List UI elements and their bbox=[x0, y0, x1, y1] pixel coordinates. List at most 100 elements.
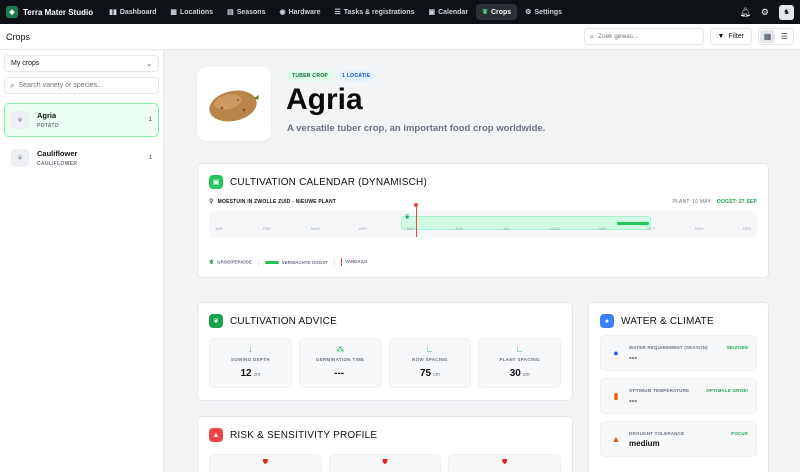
row-spacing-icon: ∟ bbox=[425, 345, 434, 354]
item-badge: OPTIMALE GROEI bbox=[706, 387, 748, 393]
list-view-icon[interactable]: ☰ bbox=[777, 30, 792, 43]
nav-hardware[interactable]: ◉ Hardware bbox=[273, 4, 326, 20]
warning-icon: ▲ bbox=[209, 428, 223, 442]
stat-row-spacing: ∟ ROW SPACING 75 cm bbox=[388, 338, 472, 388]
nav-calendar[interactable]: ▣ Calendar bbox=[422, 4, 474, 20]
nav-crops[interactable]: ❦ Crops bbox=[476, 4, 518, 20]
sidebar-search-input[interactable] bbox=[18, 82, 149, 89]
seasons-icon: ▤ bbox=[227, 9, 234, 16]
cultivation-advice-card: ❦ CULTIVATION ADVICE ↓ SOWING DEPTH 12 cm… bbox=[197, 302, 573, 401]
crop-sidebar: My crops ⌄ ⌕ ❦ Agria POTATO 1 ❦ Cauliflo… bbox=[0, 50, 164, 472]
legend-grow: ❦ GROEIPERIODE bbox=[209, 259, 252, 266]
search-icon: ⌕ bbox=[589, 31, 594, 41]
shield-icon: ⛊ bbox=[262, 459, 268, 466]
month-label: APR bbox=[359, 226, 368, 231]
card-title: CULTIVATION CALENDAR (DYNAMISCH) bbox=[230, 176, 427, 188]
item-badge: SEIZOEN bbox=[726, 344, 748, 350]
month-label: DEC bbox=[743, 226, 752, 231]
nav-seasons[interactable]: ▤ Seasons bbox=[221, 4, 271, 20]
card-title: RISK & SENSITIVITY PROFILE bbox=[230, 429, 378, 441]
stat-plant-spacing: ∟ PLANT SPACING 30 cm bbox=[478, 338, 561, 388]
crops-icon: ❦ bbox=[482, 9, 488, 16]
shield-icon: ⛊ bbox=[502, 459, 508, 466]
grid-view-icon[interactable]: ▦ bbox=[760, 30, 775, 43]
map-pin-icon: ⚲ bbox=[209, 199, 214, 205]
droplet-icon: ● bbox=[600, 314, 614, 328]
item-label: WATER REQUIREMENT (SEASON) bbox=[629, 344, 708, 350]
crop-list-item-agria[interactable]: ❦ Agria POTATO 1 bbox=[4, 103, 159, 137]
item-value: --- bbox=[629, 352, 637, 362]
bell-icon[interactable]: 🔔︎ bbox=[739, 7, 750, 18]
select-value: My crops bbox=[11, 60, 40, 67]
crop-scope-select[interactable]: My crops ⌄ bbox=[4, 55, 159, 72]
crop-description: A versatile tuber crop, an important foo… bbox=[287, 123, 546, 134]
crop-search[interactable]: ⌕ bbox=[583, 28, 704, 45]
nav-label: Tasks & registrations bbox=[343, 8, 415, 16]
shield-icon: ⛊ bbox=[382, 459, 388, 466]
month-label: JUL bbox=[503, 226, 511, 231]
crop-count: 1 bbox=[148, 155, 152, 161]
item-label: OPTIMUM TEMPERATURE bbox=[629, 387, 690, 393]
crop-thumbnail: ❦ bbox=[11, 111, 29, 129]
cultivation-calendar-card: ▣ CULTIVATION CALENDAR (DYNAMISCH) ⚲ MOE… bbox=[197, 163, 769, 278]
sprout-icon: ⁂ bbox=[336, 345, 345, 354]
today-line bbox=[415, 205, 417, 237]
month-label: JUN bbox=[455, 226, 463, 231]
growing-period-bar bbox=[401, 216, 651, 230]
legend-harvest: VERWACHTE OOGST bbox=[264, 260, 328, 265]
plant-spacing-icon: ∟ bbox=[515, 345, 524, 354]
stat-label: GERMINATION TIME bbox=[315, 357, 365, 362]
crop-species: POTATO bbox=[37, 123, 59, 129]
item-label: DROUGHT TOLERANCE bbox=[629, 430, 685, 436]
chevron-down-icon: ⌄ bbox=[146, 60, 152, 68]
month-label: OCT bbox=[647, 226, 656, 231]
crop-thumbnail: ❦ bbox=[11, 149, 29, 167]
nav-locations[interactable]: ▦ Locations bbox=[164, 4, 219, 20]
top-navbar: ◈ Terra Mater Studio ▮▮ Dashboard ▦ Loca… bbox=[0, 0, 800, 24]
filter-button[interactable]: ▼ Filter bbox=[709, 28, 752, 45]
crop-type-tag: TUBER CROP bbox=[287, 71, 334, 81]
crop-search-input[interactable] bbox=[597, 33, 693, 40]
crop-name: Agria bbox=[37, 111, 57, 120]
filter-icon: ▼ bbox=[717, 33, 725, 40]
nav-dashboard[interactable]: ▮▮ Dashboard bbox=[103, 4, 162, 20]
drought-icon: ▲ bbox=[611, 434, 621, 444]
harvest-period-bar bbox=[617, 222, 649, 225]
risk-item: ⛊ bbox=[448, 454, 562, 472]
nav-label: Settings bbox=[534, 8, 563, 16]
arrow-down-icon: ↓ bbox=[248, 345, 253, 354]
calendar-location: MOESTUIN IN ZWOLLE ZUID - NIEUWE PLANT bbox=[217, 198, 337, 205]
nav-label: Locations bbox=[180, 8, 214, 16]
crop-species: CAULIFLOWER bbox=[37, 161, 78, 167]
month-label: NOV bbox=[695, 226, 704, 231]
gear-icon[interactable]: ⚙ bbox=[761, 7, 769, 18]
logo-icon: ◈ bbox=[6, 6, 18, 18]
page-title: Crops bbox=[6, 31, 31, 42]
crop-list-item-cauliflower[interactable]: ❦ Cauliflower CAULIFLOWER 1 bbox=[4, 141, 159, 175]
stat-unit: cm bbox=[433, 372, 440, 378]
stat-unit: cm bbox=[253, 372, 261, 378]
avatar[interactable]: ♞ bbox=[779, 4, 794, 20]
crop-title: Agria bbox=[286, 83, 363, 116]
risk-item: ⛊ bbox=[209, 454, 322, 472]
stat-sowing-depth: ↓ SOWING DEPTH 12 cm bbox=[209, 338, 292, 388]
crop-detail: TUBER CROP 1 LOCATIE Agria A versatile t… bbox=[164, 50, 800, 472]
nav-label: Crops bbox=[490, 8, 512, 16]
calendar-icon: ▣ bbox=[209, 175, 223, 189]
sidebar-search[interactable]: ⌕ bbox=[4, 77, 159, 94]
location-count-tag: 1 LOCATIE bbox=[337, 71, 376, 81]
dashboard-icon: ▮▮ bbox=[109, 9, 117, 16]
sprout-icon: ❦ bbox=[404, 214, 411, 221]
sprout-icon: ❦ bbox=[209, 314, 223, 328]
search-icon: ⌕ bbox=[10, 80, 15, 90]
nav-tasks[interactable]: ☰ Tasks & registrations bbox=[329, 4, 421, 20]
crop-list: ❦ Agria POTATO 1 ❦ Cauliflower CAULIFLOW… bbox=[4, 103, 159, 175]
stat-label: SOWING DEPTH bbox=[230, 357, 270, 362]
settings-icon: ⚙ bbox=[525, 9, 532, 16]
nav-label: Dashboard bbox=[119, 8, 157, 16]
app-logo[interactable]: ◈ Terra Mater Studio bbox=[6, 6, 93, 18]
main-nav: ▮▮ Dashboard ▦ Locations ▤ Seasons ◉ Har… bbox=[103, 4, 568, 20]
nav-settings[interactable]: ⚙ Settings bbox=[519, 4, 568, 20]
stat-value: 30 bbox=[509, 368, 521, 379]
month-label: MAR bbox=[311, 226, 320, 231]
